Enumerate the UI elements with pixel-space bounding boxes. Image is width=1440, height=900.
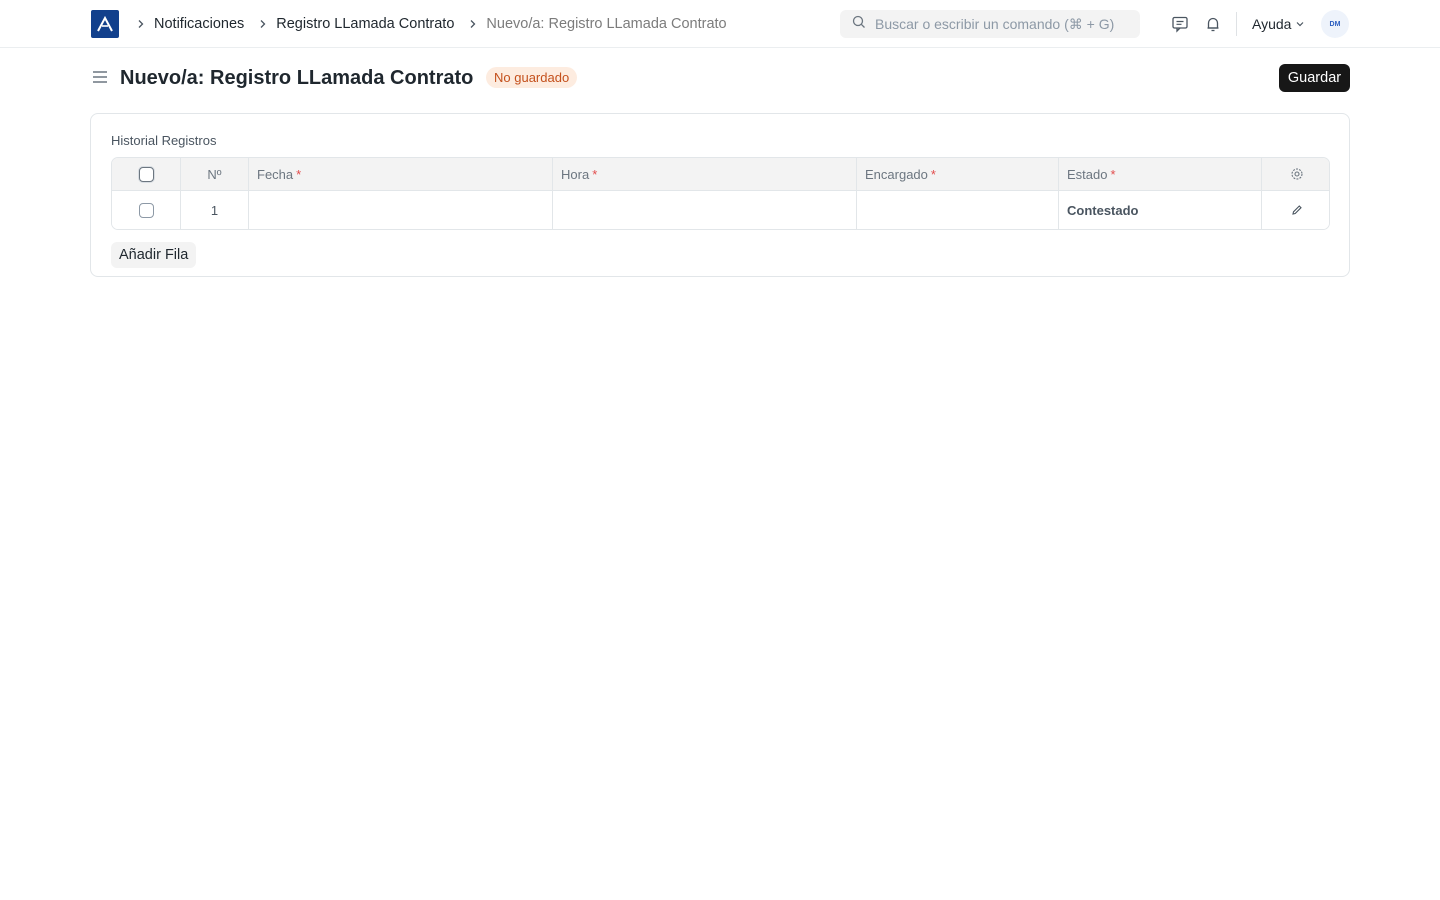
avatar[interactable]: DM — [1321, 10, 1349, 38]
bell-icon[interactable] — [1203, 14, 1223, 34]
select-all-cell — [112, 158, 180, 190]
cell-hora[interactable] — [552, 191, 856, 229]
breadcrumb-notificaciones[interactable]: Notificaciones — [154, 16, 244, 32]
row-number: 1 — [180, 191, 248, 229]
row-edit-cell — [1261, 191, 1329, 229]
gear-icon[interactable] — [1290, 167, 1304, 181]
header-encargado: Encargado * — [856, 158, 1058, 190]
save-button[interactable]: Guardar — [1279, 64, 1350, 92]
child-table: Nº Fecha * Hora * Encargado * Estado * 1… — [111, 157, 1330, 230]
table-header: Nº Fecha * Hora * Encargado * Estado * — [112, 158, 1329, 191]
cell-estado[interactable]: Contestado — [1058, 191, 1261, 229]
add-row-button[interactable]: Añadir Fila — [111, 242, 197, 268]
status-badge: No guardado — [486, 67, 578, 88]
search-bar[interactable] — [840, 10, 1140, 38]
column-settings-cell — [1261, 158, 1329, 190]
chevron-right-icon — [132, 19, 150, 29]
help-label: Ayuda — [1252, 16, 1292, 32]
header-fecha: Fecha * — [248, 158, 552, 190]
sidebar-toggle-icon[interactable] — [91, 68, 109, 86]
chat-icon[interactable] — [1170, 14, 1190, 34]
select-all-checkbox[interactable] — [138, 166, 154, 182]
navbar-divider — [1236, 12, 1237, 36]
page-title: Nuevo/a: Registro LLamada Contrato — [120, 67, 474, 89]
chevron-right-icon — [464, 19, 482, 29]
required-mark: * — [592, 166, 598, 182]
search-icon — [852, 15, 866, 34]
breadcrumb-registro-llamada-contrato[interactable]: Registro LLamada Contrato — [276, 16, 454, 32]
edit-pencil-icon[interactable] — [1291, 204, 1303, 216]
navbar: Notificaciones Registro LLamada Contrato… — [0, 0, 1440, 48]
required-mark: * — [1110, 166, 1116, 182]
row-checkbox[interactable] — [138, 202, 154, 218]
header-no: Nº — [180, 158, 248, 190]
header-hora: Hora * — [552, 158, 856, 190]
help-dropdown[interactable]: Ayuda — [1252, 0, 1305, 48]
chevron-right-icon — [254, 19, 272, 29]
header-estado: Estado * — [1058, 158, 1261, 190]
required-mark: * — [296, 166, 302, 182]
search-input[interactable] — [875, 16, 1125, 32]
form-section: Historial Registros Nº Fecha * Hora * Enca… — [90, 113, 1350, 277]
section-label: Historial Registros — [111, 133, 217, 148]
breadcrumb: Notificaciones Registro LLamada Contrato… — [132, 0, 737, 48]
cell-fecha[interactable] — [248, 191, 552, 229]
row-select-cell — [112, 191, 180, 229]
table-row[interactable]: 1 Contestado — [112, 191, 1329, 229]
cell-encargado[interactable] — [856, 191, 1058, 229]
chevron-down-icon — [1297, 22, 1304, 27]
app-logo-icon[interactable] — [91, 10, 119, 38]
required-mark: * — [930, 166, 936, 182]
breadcrumb-current: Nuevo/a: Registro LLamada Contrato — [486, 16, 727, 32]
